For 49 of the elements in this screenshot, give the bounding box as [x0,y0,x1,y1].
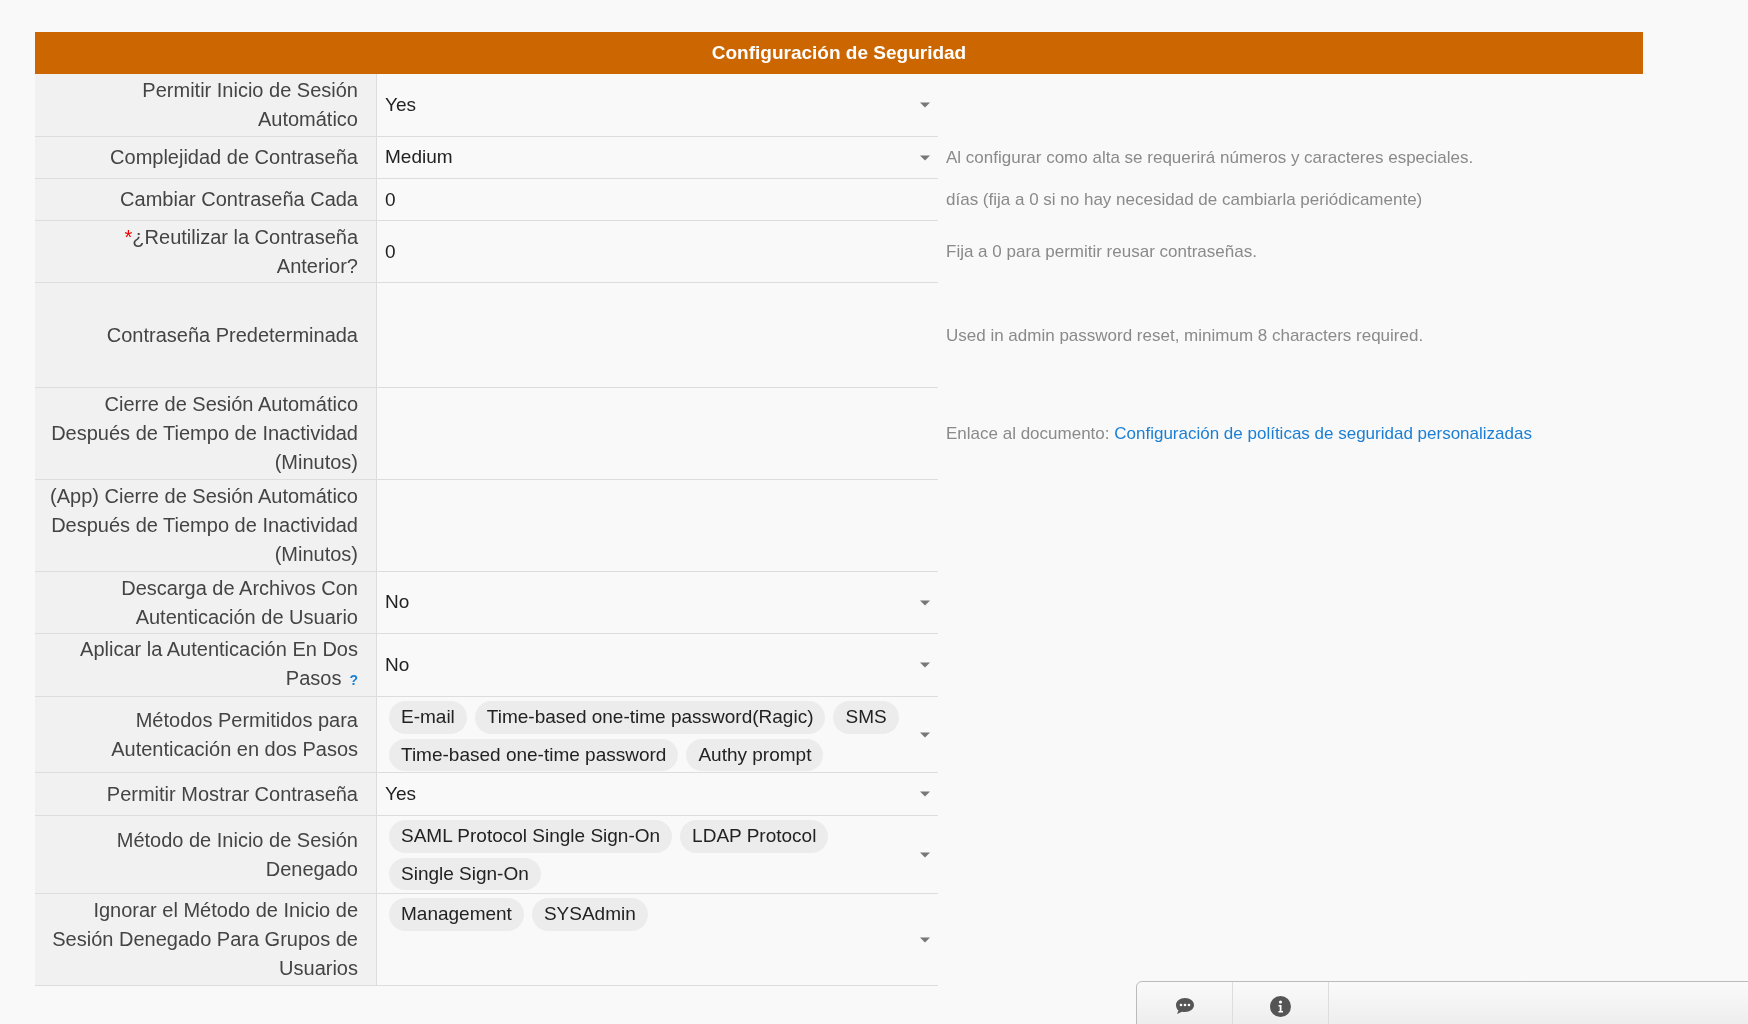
field-label: Método de Inicio de Sesión Denegado [115,827,358,882]
caret-icon [920,937,930,942]
field-note: Used in admin password reset, minimum 8 characters required. [946,325,1424,345]
field-label: Permitir Mostrar Contraseña [106,781,358,807]
field-note: días (fija a 0 si no hay necesidad de cambiarla periódicamente) [946,190,1423,209]
field-note: Enlace al documento: [946,424,1110,443]
caret-icon [920,732,930,737]
field-label: *¿Reutilizar la Contraseña Anterior? [123,224,358,279]
select-field[interactable]: No [377,634,938,696]
document-link[interactable]: Configuración de políticas de seguridad personalizadas [1114,424,1532,443]
select-field[interactable]: No [377,572,938,633]
info-icon [1270,995,1291,1017]
input-field[interactable]: 0 [377,179,938,220]
section-header: Configuración de Seguridad [35,32,1643,74]
field-note: Al configurar como alta se requerirá números y caracteres especiales. [946,148,1474,167]
field-label: Métodos Permitidos para Autenticación en dos Pasos [110,707,358,762]
select-field[interactable]: Yes [377,74,938,136]
field-label: Cambiar Contraseña Cada [120,187,358,212]
caret-icon [920,102,930,108]
tag-chip: Authy prompt [686,738,824,771]
required-mark: * [124,225,133,248]
field-label: Complejidad de Contraseña [110,145,358,170]
tag-chip: SYSAdmin [531,898,648,931]
field-label: Descarga de Archivos Con Autenticación de Usuario [120,575,358,630]
field-note: Fija a 0 para permitir reusar contraseñas. [946,242,1257,261]
caret-icon [920,600,930,605]
tag-chip: Time-based one-time password(Ragic) [474,701,826,734]
tag-chip: LDAP Protocol [680,820,829,853]
tag-chip: Management [389,898,524,931]
select-field[interactable]: Medium [377,137,938,178]
chat-icon [1173,996,1196,1016]
select-field[interactable]: Yes [377,773,938,815]
field-label: Aplicar la Autenticación En Dos Pasos ? [79,637,358,691]
caret-icon [920,791,930,797]
tag-chip: Time-based one-time password [389,738,679,771]
input-field[interactable]: 0 [377,221,938,282]
caret-icon [920,662,930,668]
field-label: Ignorar el Método de Inicio de Sesión Denegado Para Grupos de Usuarios [51,898,358,981]
tag-chip: Single Sign-On [389,857,541,890]
help-link[interactable]: ? [349,672,358,688]
tag-chip: SMS [833,701,899,734]
field-label: Cierre de Sesión Automático Después de Tiempo de Inactividad (Minutos) [50,392,358,475]
tag-chip: E-mail [389,701,467,734]
field-label: Contraseña Predeterminada [106,322,358,348]
caret-icon [920,155,930,160]
caret-icon [920,852,930,857]
field-label: (App) Cierre de Sesión Automático Después de Tiempo de Inactividad (Minutos) [49,484,358,567]
tag-chip: SAML Protocol Single Sign-On [389,820,673,853]
field-label: Permitir Inicio de Sesión Automático [141,78,358,132]
